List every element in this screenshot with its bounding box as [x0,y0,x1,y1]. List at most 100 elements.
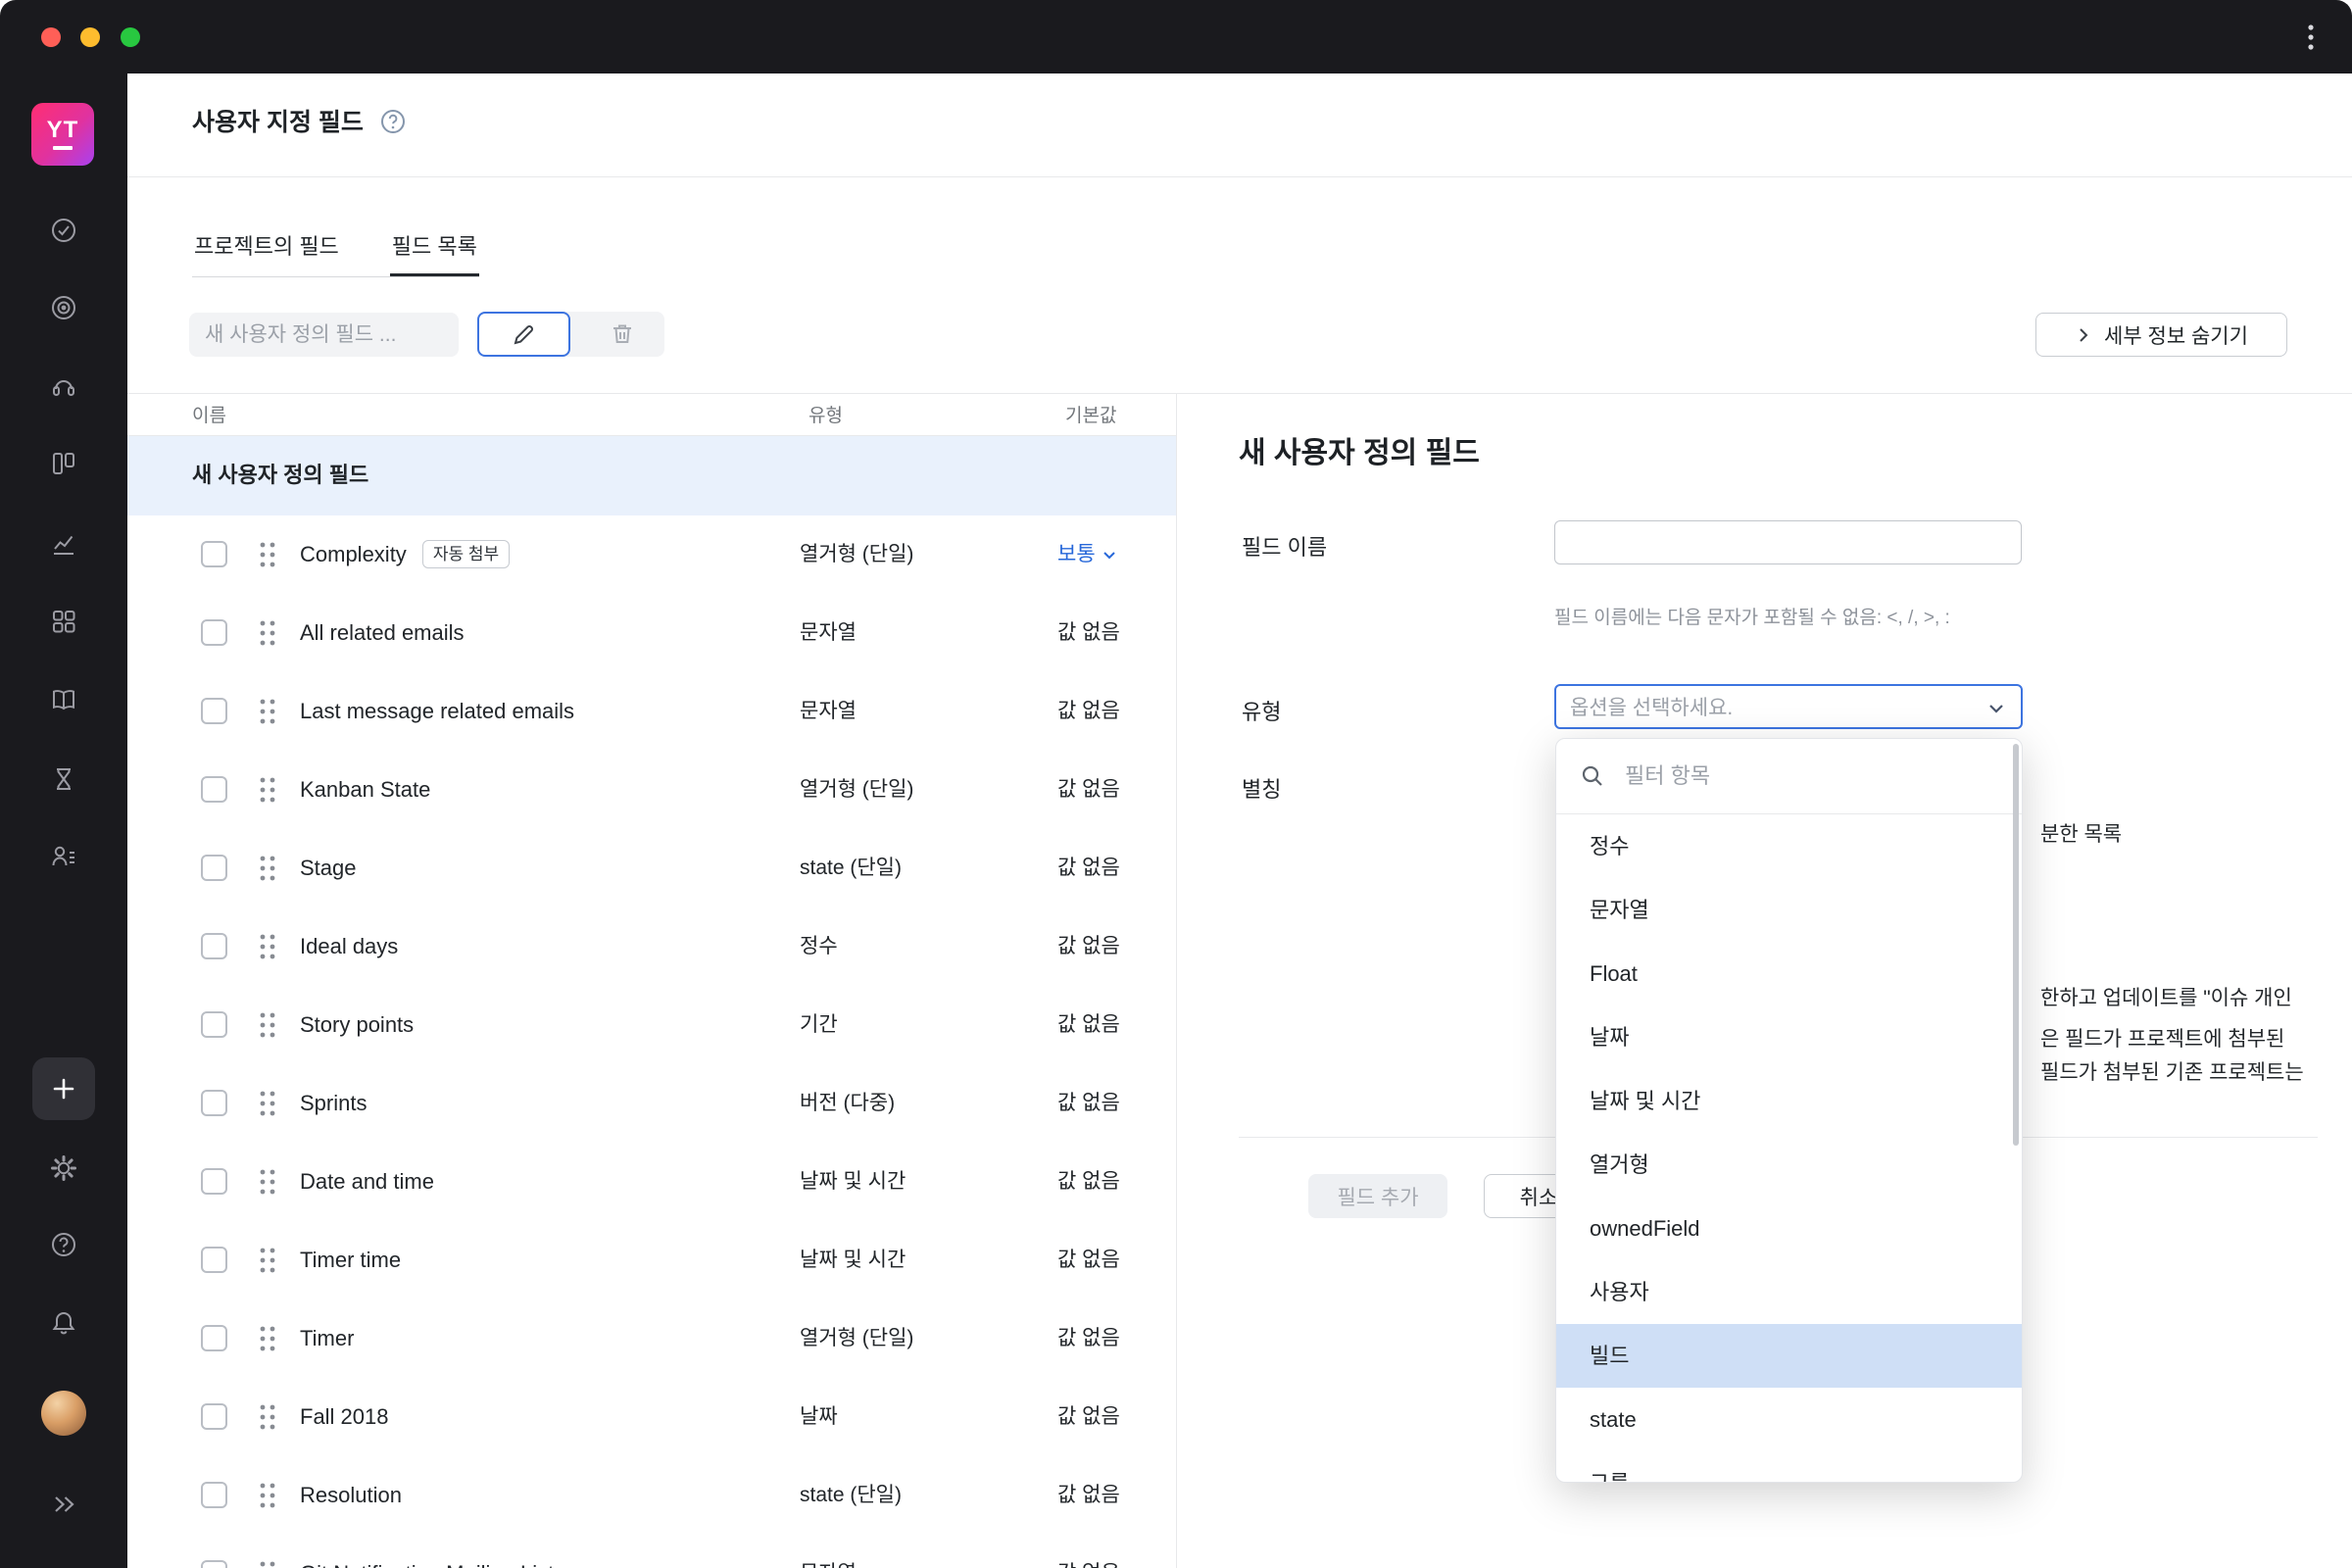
row-checkbox[interactable] [201,1090,227,1116]
type-option[interactable]: 날짜 [1556,1005,2022,1069]
table-row[interactable]: Story points 기간 값 없음 [127,986,1176,1064]
row-field-name: Story points [300,1012,415,1037]
row-checkbox[interactable] [201,1247,227,1273]
table-row[interactable]: Kanban State 열거형 (단일) 값 없음 [127,751,1176,829]
row-default: 값 없음 [1057,621,1120,644]
row-checkbox[interactable] [201,776,227,803]
drag-handle-icon[interactable] [257,1480,278,1511]
type-option[interactable]: 사용자 [1556,1260,2022,1324]
table-row[interactable]: Timer 열거형 (단일) 값 없음 [127,1299,1176,1378]
row-default: 값 없음 [1057,1013,1120,1036]
projects-target-icon[interactable] [49,293,78,322]
minimize-button[interactable] [80,27,100,47]
row-default-dropdown[interactable]: 보통 [1057,515,1117,594]
row-checkbox[interactable] [201,698,227,724]
tab-fields-in-projects[interactable]: 프로젝트의 필드 [192,229,341,276]
table-row[interactable]: Date and time 날짜 및 시간 값 없음 [127,1143,1176,1221]
row-checkbox[interactable] [201,1403,227,1430]
row-checkbox[interactable] [201,1482,227,1508]
tasks-icon[interactable] [49,216,78,245]
teams-icon[interactable] [49,842,78,871]
tab-field-list[interactable]: 필드 목록 [390,229,479,276]
reports-icon[interactable] [49,529,78,559]
question-circle-icon[interactable] [378,107,408,136]
type-option[interactable]: ownedField [1556,1197,2022,1260]
user-avatar[interactable] [41,1391,86,1436]
new-field-input[interactable] [189,313,459,357]
field-name-input[interactable] [1554,520,2022,564]
type-option[interactable]: 열거형 [1556,1133,2022,1197]
youtrack-logo[interactable]: YT [31,103,94,166]
add-field-button[interactable]: 필드 추가 [1308,1174,1447,1218]
timesheets-icon[interactable] [49,764,78,794]
table-row[interactable]: Resolution state (단일) 값 없음 [127,1456,1176,1535]
dropdown-filter-input[interactable] [1623,762,1998,790]
row-type: state (단일) [800,1484,902,1506]
drag-handle-icon[interactable] [257,1166,278,1198]
app-window: YT 사용자 지정 필드 프로젝트의 필드 필드 목록 세부 정보 [0,0,2352,1568]
table-row[interactable]: Sprints 버전 (다중) 값 없음 [127,1064,1176,1143]
help-icon[interactable] [49,1230,78,1259]
type-label: 유형 [1242,700,1282,724]
drag-handle-icon[interactable] [257,1401,278,1433]
row-checkbox[interactable] [201,1560,227,1568]
table-row[interactable]: Git Notification Mailing List 문자열 값 없음 [127,1535,1176,1568]
delete-button[interactable] [580,312,664,357]
drag-handle-icon[interactable] [257,539,278,570]
drag-handle-icon[interactable] [257,617,278,649]
table-row[interactable]: Last message related emails 문자열 값 없음 [127,672,1176,751]
helpdesk-icon[interactable] [49,371,78,401]
drag-handle-icon[interactable] [257,931,278,962]
trash-icon [613,324,631,343]
dropdown-search-row [1556,739,2022,814]
row-checkbox[interactable] [201,855,227,881]
type-option[interactable]: 빌드 [1556,1324,2022,1388]
drag-handle-icon[interactable] [257,696,278,727]
table-row[interactable]: Stage state (단일) 값 없음 [127,829,1176,907]
pencil-icon [514,324,533,345]
drag-handle-icon[interactable] [257,774,278,806]
drag-handle-icon[interactable] [257,1245,278,1276]
type-option[interactable]: Float [1556,942,2022,1005]
row-checkbox[interactable] [201,619,227,646]
row-checkbox[interactable] [201,1168,227,1195]
drag-handle-icon[interactable] [257,853,278,884]
knowledge-base-icon[interactable] [49,685,78,714]
close-button[interactable] [41,27,61,47]
drag-handle-icon[interactable] [257,1323,278,1354]
maximize-button[interactable] [121,27,140,47]
hide-details-button[interactable]: 세부 정보 숨기기 [2035,313,2287,357]
type-option[interactable]: 정수 [1556,814,2022,878]
type-option[interactable]: state [1556,1388,2022,1451]
plus-icon [53,1078,74,1100]
type-option[interactable]: 문자열 [1556,878,2022,942]
row-checkbox[interactable] [201,541,227,567]
table-row[interactable]: Ideal days 정수 값 없음 [127,907,1176,986]
notifications-bell-icon[interactable] [49,1308,78,1338]
table-row[interactable]: Fall 2018 날짜 값 없음 [127,1378,1176,1456]
drag-handle-icon[interactable] [257,1009,278,1041]
table-row[interactable]: Complexity 자동 첨부 열거형 (단일) 보통 [127,515,1176,594]
row-checkbox[interactable] [201,1325,227,1351]
table-row[interactable]: All related emails 문자열 값 없음 [127,594,1176,672]
dropdown-scrollbar[interactable] [2013,744,2019,1146]
collapse-double-chevron-icon[interactable] [49,1490,78,1519]
type-option[interactable]: 날짜 및 시간 [1556,1069,2022,1133]
create-plus-button[interactable] [32,1057,95,1120]
selected-new-field-row[interactable]: 새 사용자 정의 필드 [127,435,1176,515]
row-type: 열거형 (단일) [800,778,914,801]
settings-gear-icon[interactable] [49,1153,78,1183]
edit-button[interactable] [477,312,570,357]
kebab-menu-icon[interactable] [2295,22,2327,53]
row-checkbox[interactable] [201,933,227,959]
agile-boards-icon[interactable] [49,449,78,478]
row-field-name: Date and time [300,1169,434,1194]
table-row[interactable]: Timer time 날짜 및 시간 값 없음 [127,1221,1176,1299]
row-field-name: Resolution [300,1483,402,1507]
type-select[interactable]: 옵션을 선택하세요. [1554,684,2023,729]
dashboards-icon[interactable] [49,607,78,636]
drag-handle-icon[interactable] [257,1558,278,1568]
type-option[interactable]: 그룹 [1556,1451,2022,1482]
drag-handle-icon[interactable] [257,1088,278,1119]
row-checkbox[interactable] [201,1011,227,1038]
